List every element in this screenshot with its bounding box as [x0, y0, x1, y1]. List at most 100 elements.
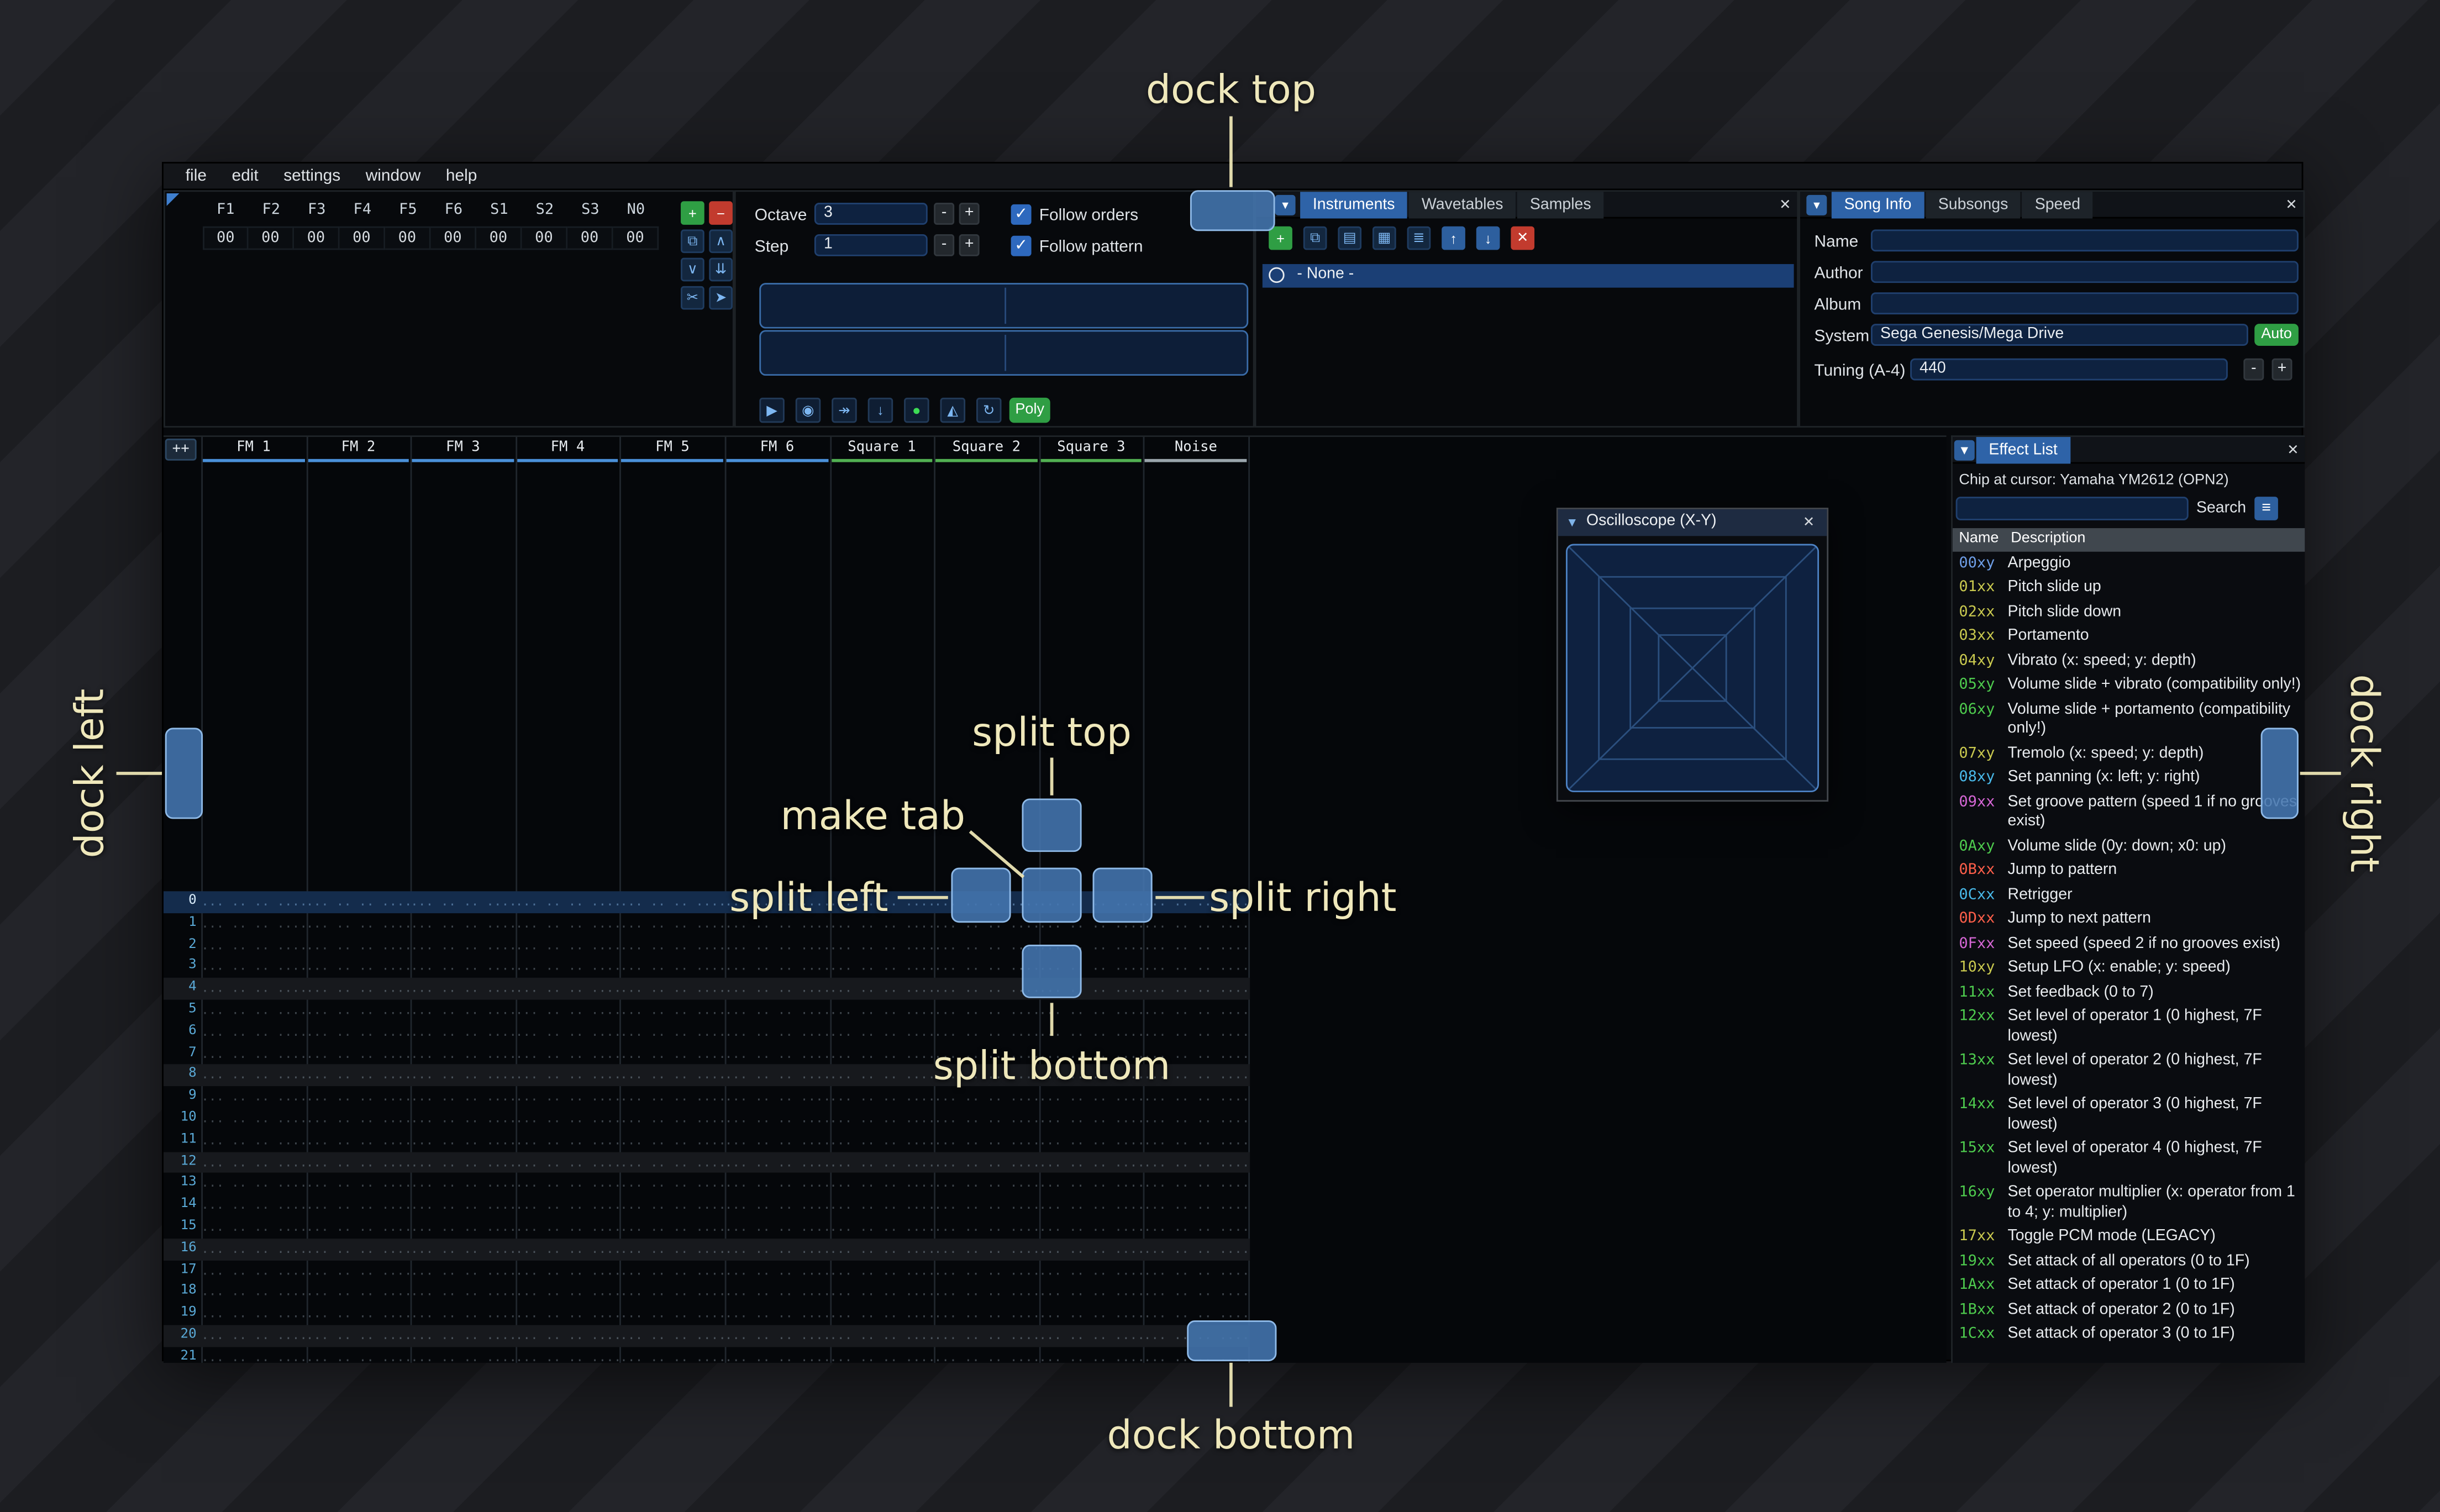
- pattern-cell[interactable]: ... .. .. ....: [620, 1325, 724, 1347]
- effect-row-0Axy[interactable]: 0Axy Volume slide (0y: down; x0: up): [1953, 835, 2305, 859]
- pattern-cell[interactable]: ... .. .. ....: [620, 1043, 724, 1065]
- pattern-cell[interactable]: ... .. .. ....: [1039, 1000, 1143, 1021]
- pattern-cell[interactable]: ... .. .. ....: [201, 1216, 306, 1238]
- pattern-cell[interactable]: ... .. .. ....: [516, 1325, 620, 1347]
- pattern-cell[interactable]: ... .. .. ....: [725, 1260, 829, 1282]
- step-increase-button[interactable]: +: [959, 234, 980, 256]
- pattern-cell[interactable]: ... .. .. ....: [411, 1000, 515, 1021]
- pattern-cell[interactable]: ... .. .. ....: [201, 1347, 306, 1363]
- pattern-cell[interactable]: ... .. .. ....: [1144, 1282, 1248, 1303]
- system-input[interactable]: Sega Genesis/Mega Drive: [1870, 324, 2248, 346]
- move-up-button[interactable]: ∧: [709, 229, 733, 254]
- pattern-row-9[interactable]: 9... .. .. ....... .. .. ....... .. .. .…: [164, 1087, 1250, 1108]
- effect-row-08xy[interactable]: 08xy Set panning (x: left; y: right): [1953, 766, 2305, 791]
- make-tab-target[interactable]: [1022, 867, 1082, 923]
- menu-settings[interactable]: settings: [271, 162, 353, 189]
- piano-lower-row[interactable]: [759, 330, 1249, 376]
- pattern-cell[interactable]: ... .. .. ....: [306, 1108, 411, 1130]
- pattern-cell[interactable]: ... .. .. ....: [725, 1239, 829, 1260]
- pattern-row-16[interactable]: 16... .. .. ....... .. .. ....... .. .. …: [163, 1238, 1250, 1260]
- octave-decrease-button[interactable]: -: [934, 203, 955, 225]
- effect-row-16xy[interactable]: 16xy Set operator multiplier (x: operator…: [1953, 1181, 2305, 1225]
- pattern-row-14[interactable]: 14... .. .. ....... .. .. ....... .. .. …: [164, 1195, 1250, 1216]
- effect-row-1Bxx[interactable]: 1Bxx Set attack of operator 2 (0 to 1F): [1953, 1298, 2305, 1323]
- pattern-cell[interactable]: ... .. .. ....: [934, 1260, 1039, 1282]
- pattern-cell[interactable]: ... .. .. ....: [1039, 1130, 1143, 1151]
- channel-header-fm-5[interactable]: FM 5: [620, 439, 724, 457]
- pattern-cell[interactable]: ... .. .. ....: [1039, 1216, 1143, 1238]
- pattern-cell[interactable]: ... .. .. ....: [516, 1021, 620, 1043]
- pattern-row-0[interactable]: 0... .. .. ....... .. .. ....... .. .. .…: [163, 891, 1250, 913]
- channel-value-2[interactable]: 00: [294, 226, 340, 250]
- remove-button[interactable]: −: [709, 201, 733, 225]
- pattern-cell[interactable]: ... .. .. ....: [934, 1151, 1039, 1173]
- pattern-cell[interactable]: ... .. .. ....: [1144, 1087, 1248, 1108]
- pattern-cell[interactable]: ... .. .. ....: [829, 1000, 934, 1021]
- pattern-cell[interactable]: ... .. .. ....: [306, 1173, 411, 1195]
- pattern-cell[interactable]: ... .. .. ....: [829, 1239, 934, 1260]
- effect-row-12xx[interactable]: 12xx Set level of operator 1 (0 highest, …: [1953, 1005, 2305, 1050]
- pattern-cell[interactable]: ... .. .. ....: [1039, 1151, 1143, 1173]
- pattern-cell[interactable]: ... .. .. ....: [934, 1130, 1039, 1151]
- duplicate-button[interactable]: ⧉: [681, 229, 704, 254]
- pattern-cell[interactable]: ... .. .. ....: [829, 935, 934, 956]
- cut-button[interactable]: ✂: [681, 286, 704, 310]
- pattern-row-13[interactable]: 13... .. .. ....... .. .. ....... .. .. …: [164, 1173, 1250, 1195]
- pattern-cell[interactable]: ... .. .. ....: [1144, 935, 1248, 956]
- pattern-cell[interactable]: ... .. .. ....: [725, 1303, 829, 1325]
- close-icon[interactable]: ✕: [2283, 440, 2303, 461]
- channel-header-fm-1[interactable]: FM 1: [201, 439, 306, 457]
- pattern-row-11[interactable]: 11... .. .. ....... .. .. ....... .. .. …: [164, 1130, 1250, 1151]
- pattern-cell[interactable]: ... .. .. ....: [829, 1021, 934, 1043]
- pattern-cell[interactable]: ... .. .. ....: [620, 1000, 724, 1021]
- tuning-input[interactable]: 440: [1910, 358, 2228, 381]
- pattern-cell[interactable]: ... .. .. ....: [620, 1303, 724, 1325]
- pattern-cell[interactable]: ... .. .. ....: [934, 1239, 1039, 1260]
- pattern-cell[interactable]: ... .. .. ....: [516, 913, 620, 935]
- pattern-cell[interactable]: ... .. .. ....: [1039, 1239, 1143, 1260]
- pattern-cell[interactable]: ... .. .. ....: [829, 1108, 934, 1130]
- effect-row-05xy[interactable]: 05xy Volume slide + vibrato (compatibilit…: [1953, 673, 2305, 698]
- pattern-cell[interactable]: ... .. .. ....: [516, 1303, 620, 1325]
- pattern-cell[interactable]: ... .. .. ....: [201, 1021, 306, 1043]
- pattern-cell[interactable]: ... .. .. ....: [1039, 1303, 1143, 1325]
- pattern-cell[interactable]: ... .. .. ....: [306, 1282, 411, 1303]
- add-button[interactable]: +: [1269, 226, 1292, 250]
- pattern-cell[interactable]: ... .. .. ....: [1039, 1325, 1143, 1347]
- pattern-cell[interactable]: ... .. .. ....: [620, 935, 724, 956]
- pattern-cell[interactable]: ... .. .. ....: [306, 1260, 411, 1282]
- play-button[interactable]: ▶: [759, 397, 785, 423]
- pattern-cell[interactable]: ... .. .. ....: [201, 1065, 306, 1086]
- tab-subsongs[interactable]: Subsongs: [1926, 192, 2021, 219]
- split-right-target[interactable]: [1092, 867, 1153, 923]
- pattern-cell[interactable]: ... .. .. ....: [829, 1347, 934, 1363]
- pattern-cell[interactable]: ... .. .. ....: [201, 1173, 306, 1195]
- pattern-cell[interactable]: ... .. .. ....: [620, 1282, 724, 1303]
- pattern-cell[interactable]: ... .. .. ....: [620, 1195, 724, 1216]
- channel-header-noise[interactable]: Noise: [1144, 439, 1248, 457]
- pattern-cell[interactable]: ... .. .. ....: [411, 1065, 515, 1086]
- effect-row-1Axx[interactable]: 1Axx Set attack of operator 1 (0 to 1F): [1953, 1274, 2305, 1298]
- pattern-cell[interactable]: ... .. .. ....: [725, 978, 829, 999]
- tab-list-button[interactable]: ▾: [1806, 194, 1827, 215]
- pattern-cell[interactable]: ... .. .. ....: [1144, 1021, 1248, 1043]
- pattern-cell[interactable]: ... .. .. ....: [411, 1087, 515, 1108]
- pattern-cell[interactable]: ... .. .. ....: [201, 1151, 306, 1173]
- pattern-cell[interactable]: ... .. .. ....: [620, 1130, 724, 1151]
- pattern-cell[interactable]: ... .. .. ....: [516, 978, 620, 999]
- menu-file[interactable]: file: [173, 162, 219, 189]
- pattern-cell[interactable]: ... .. .. ....: [411, 1260, 515, 1282]
- pattern-cell[interactable]: ... .. .. ....: [1144, 1173, 1248, 1195]
- follow-pattern-checkbox[interactable]: ✓: [1011, 235, 1032, 256]
- pattern-cell[interactable]: ... .. .. ....: [829, 1130, 934, 1151]
- pattern-cell[interactable]: ... .. .. ....: [934, 1000, 1039, 1021]
- pattern-cell[interactable]: ... .. .. ....: [1144, 1130, 1248, 1151]
- pattern-cell[interactable]: ... .. .. ....: [1144, 1108, 1248, 1130]
- effect-row-0Bxx[interactable]: 0Bxx Jump to pattern: [1953, 859, 2305, 883]
- pattern-cell[interactable]: ... .. .. ....: [411, 1130, 515, 1151]
- effect-row-07xy[interactable]: 07xy Tremolo (x: speed; y: depth): [1953, 742, 2305, 766]
- pattern-cell[interactable]: ... .. .. ....: [201, 1195, 306, 1216]
- effect-row-04xy[interactable]: 04xy Vibrato (x: speed; y: depth): [1953, 649, 2305, 673]
- pattern-cell[interactable]: ... .. .. ....: [306, 1239, 411, 1260]
- pattern-row-2[interactable]: 2... .. .. ....... .. .. ....... .. .. .…: [164, 935, 1250, 956]
